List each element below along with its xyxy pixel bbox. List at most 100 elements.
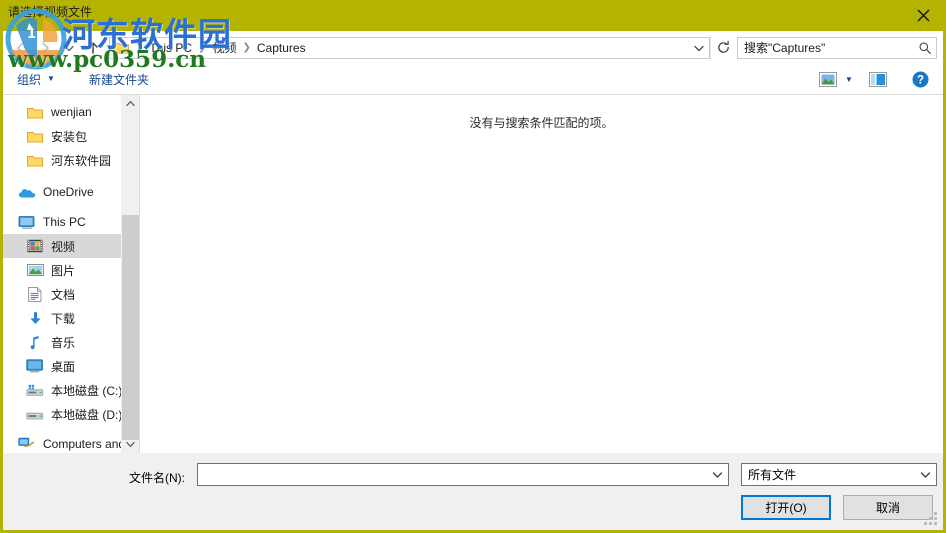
close-button[interactable] [900, 0, 943, 31]
file-list-pane[interactable]: 没有与搜索条件匹配的项。 [139, 95, 943, 453]
forward-button[interactable] [33, 36, 57, 60]
dialog-body: wenjian 安装包 河东软件园 OneDrive This PC 视频 图片… [3, 95, 943, 453]
sidebar-item-label: wenjian [51, 105, 92, 119]
sidebar-item-label: 本地磁盘 (C:) [51, 383, 123, 398]
sidebar-item-label: 下载 [51, 311, 76, 326]
back-button[interactable] [9, 36, 33, 60]
toolbar-right-group: ▼ ? [815, 68, 933, 90]
sidebar-scrollbar[interactable] [121, 95, 139, 453]
sidebar-item-label: 河东软件园 [51, 153, 112, 168]
sidebar-item-label: 安装包 [51, 129, 88, 144]
breadcrumb-item-captures[interactable]: Captures [254, 40, 309, 56]
chevron-down-icon: ▼ [845, 74, 853, 84]
sidebar-item-computers-and[interactable]: Computers and [3, 432, 139, 453]
chevron-down-icon [712, 471, 722, 478]
sidebar-item-label: 图片 [51, 263, 76, 278]
sidebar-item-label: Computers and [43, 437, 126, 451]
sidebar-item-downloads[interactable]: 下载 [3, 306, 139, 330]
svg-text:?: ? [916, 74, 923, 86]
help-icon: ? [912, 71, 928, 87]
preview-pane-button[interactable] [865, 68, 891, 90]
sidebar-item-wenjian[interactable]: wenjian [3, 100, 139, 124]
music-note-icon [25, 333, 45, 351]
chevron-down-icon [920, 471, 930, 478]
navigation-pane: wenjian 安装包 河东软件园 OneDrive This PC 视频 图片… [3, 95, 139, 453]
sidebar-item-label: 文档 [51, 287, 76, 302]
sidebar-item-videos[interactable]: 视频 [3, 234, 139, 258]
cancel-button[interactable]: 取消 [843, 495, 933, 520]
desktop-icon [25, 357, 45, 375]
chevron-up-icon [126, 100, 135, 107]
file-type-filter[interactable]: 所有文件 [741, 463, 937, 486]
breadcrumb: ❯ This PC ❯ 视频 ❯ Captures [132, 38, 689, 57]
sidebar-item-documents[interactable]: 文档 [3, 282, 139, 306]
help-button[interactable]: ? [907, 68, 933, 90]
dialog-title: 请选择视频文件 [8, 5, 93, 19]
scrollbar-thumb[interactable] [122, 215, 139, 440]
breadcrumb-separator: ❯ [198, 41, 207, 53]
up-one-level-button[interactable] [81, 36, 105, 60]
system-drive-icon [25, 381, 45, 399]
sidebar-item-label: 桌面 [51, 359, 76, 374]
onedrive-cloud-icon [17, 183, 37, 201]
sidebar-item-local-disk-c[interactable]: 本地磁盘 (C:) [3, 378, 139, 402]
resize-grip[interactable] [924, 512, 938, 526]
sidebar-item-label: This PC [43, 215, 86, 229]
sidebar-item-music[interactable]: 音乐 [3, 330, 139, 354]
open-button[interactable]: 打开(O) [741, 495, 831, 520]
sidebar-item-label: OneDrive [43, 185, 94, 199]
file-type-dropdown-button[interactable] [914, 464, 936, 485]
folder-icon [25, 151, 45, 169]
refresh-button[interactable] [710, 35, 735, 60]
address-dropdown-button[interactable] [689, 38, 709, 58]
empty-folder-message: 没有与搜索条件匹配的项。 [469, 116, 614, 130]
breadcrumb-item-this-pc[interactable]: This PC [146, 40, 195, 56]
sidebar-item-label: 音乐 [51, 335, 76, 350]
network-icon [17, 435, 37, 453]
chevron-down-icon [126, 441, 135, 448]
search-input[interactable]: 搜索"Captures" [738, 39, 914, 56]
breadcrumb-separator: ❯ [135, 41, 144, 53]
downloads-arrow-icon [25, 309, 45, 327]
file-type-value: 所有文件 [748, 468, 797, 482]
sidebar-item-hedong[interactable]: 河东软件园 [3, 148, 139, 172]
nav-tree: wenjian 安装包 河东软件园 OneDrive This PC 视频 图片… [3, 95, 139, 453]
organize-label: 组织 [17, 72, 42, 87]
recent-locations-button[interactable] [57, 36, 81, 60]
this-pc-monitor-icon [17, 213, 37, 231]
filename-input[interactable] [197, 463, 729, 486]
sidebar-item-installers[interactable]: 安装包 [3, 124, 139, 148]
sidebar-item-label: 本地磁盘 (D:) [51, 407, 123, 422]
breadcrumb-separator: ❯ [242, 41, 251, 53]
folder-icon [25, 103, 45, 121]
preview-pane-icon [869, 71, 887, 87]
folder-icon [25, 127, 45, 145]
sidebar-item-this-pc[interactable]: This PC [3, 210, 139, 234]
chevron-down-icon [694, 45, 704, 51]
scroll-up-button[interactable] [122, 95, 139, 112]
search-box[interactable]: 搜索"Captures" [737, 36, 937, 59]
folder-icon [112, 40, 130, 56]
sidebar-item-pictures[interactable]: 图片 [3, 258, 139, 282]
videos-icon [25, 237, 45, 255]
breadcrumb-item-videos[interactable]: 视频 [209, 38, 239, 57]
chevron-down-icon [64, 45, 74, 51]
sidebar-item-local-disk-d[interactable]: 本地磁盘 (D:) [3, 402, 139, 426]
filename-dropdown-button[interactable] [706, 464, 728, 485]
sidebar-item-desktop[interactable]: 桌面 [3, 354, 139, 378]
back-arrow-icon [17, 41, 24, 54]
new-folder-button[interactable]: 新建文件夹 [83, 68, 155, 91]
up-arrow-icon [88, 41, 98, 54]
scroll-down-button[interactable] [122, 436, 139, 453]
change-view-button[interactable] [815, 68, 841, 90]
pictures-icon [25, 261, 45, 279]
view-layout-icon [819, 71, 837, 87]
new-folder-label: 新建文件夹 [88, 72, 149, 87]
view-dropdown-button[interactable]: ▼ [841, 68, 857, 90]
organize-button[interactable]: 组织 ▼ [11, 68, 61, 91]
sidebar-item-label: 视频 [51, 239, 76, 254]
address-bar[interactable]: ❯ This PC ❯ 视频 ❯ Captures [109, 36, 710, 59]
close-icon [917, 9, 929, 22]
sidebar-item-onedrive[interactable]: OneDrive [3, 180, 139, 204]
drive-icon [25, 405, 45, 423]
